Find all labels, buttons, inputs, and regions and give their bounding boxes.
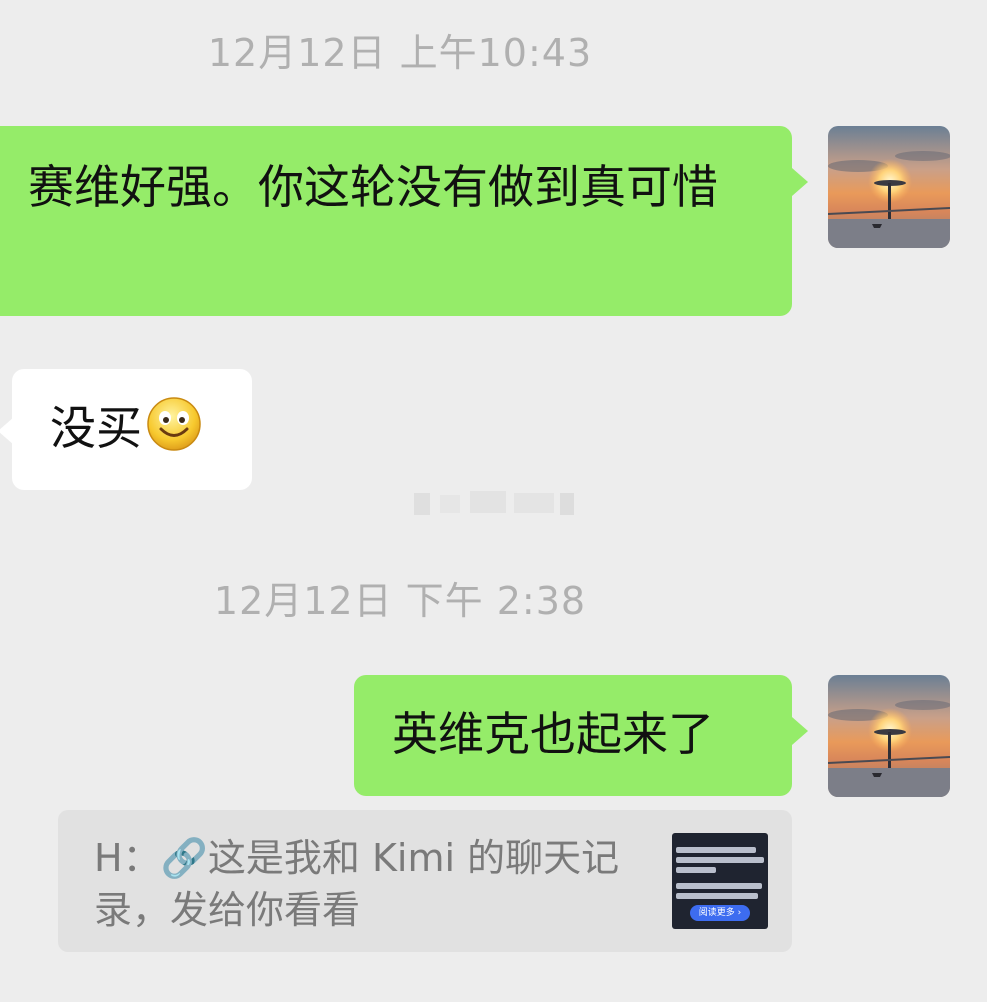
message-text: 赛维好强。你这轮没有做到真可惜 [28,160,718,214]
timestamp: 12月12日 下午 2:38 [213,579,587,623]
redacted-text [414,491,574,515]
message-text: 没买 [50,401,142,455]
read-more-button: 阅读更多 › [690,905,750,921]
smiley-emoji-icon [147,397,201,451]
message-bubble-received[interactable]: 没买 [0,369,252,490]
message-bubble-sent[interactable]: 赛维好强。你这轮没有做到真可惜 [0,126,808,316]
message-bubble-sent[interactable]: 英维克也起来了 [354,675,808,796]
timestamp: 12月12日 上午10:43 [207,31,593,75]
sunset-bridge-avatar-icon [828,675,950,797]
sunset-bridge-avatar-icon [828,126,950,248]
avatar[interactable] [828,126,950,248]
quote-text: H：🔗这是我和 Kimi 的聊天记录，发给你看看 [94,836,620,932]
chat-record-thumbnail[interactable]: 阅读更多 › [672,833,768,929]
avatar[interactable] [828,675,950,797]
quoted-message[interactable]: H：🔗这是我和 Kimi 的聊天记录，发给你看看 阅读更多 › [58,810,792,952]
message-text: 英维克也起来了 [392,707,714,761]
